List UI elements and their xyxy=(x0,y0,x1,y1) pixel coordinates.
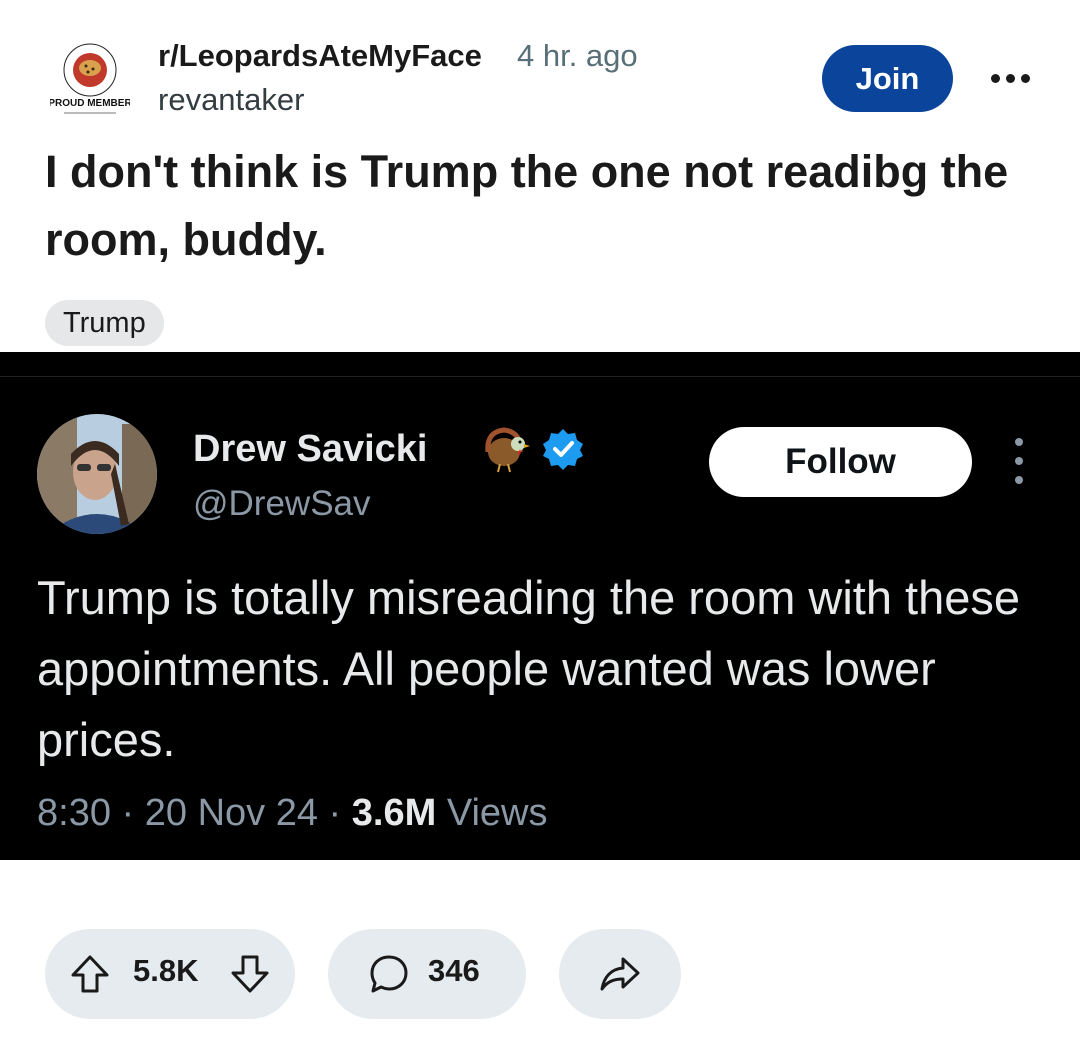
post-flair[interactable]: Trump xyxy=(45,300,164,346)
vote-score: 5.8K xyxy=(133,953,199,988)
tweet-text: Trump is totally misreading the room wit… xyxy=(37,571,1021,766)
post-title: I don't think is Trump the one not readi… xyxy=(45,146,1009,265)
tweet-meta: 8:30 · 20 Nov 24 · 3.6M Views xyxy=(37,792,548,834)
vote-bar: 5.8K xyxy=(45,929,295,1019)
subreddit-name[interactable]: r/LeopardsAteMyFace xyxy=(158,38,482,74)
tweet-time: 8:30 xyxy=(37,792,111,834)
share-icon xyxy=(597,951,643,997)
divider xyxy=(0,376,1080,377)
turkey-icon xyxy=(482,424,532,474)
more-options-button[interactable] xyxy=(985,60,1035,96)
tweet-follow-button: Follow xyxy=(709,427,972,497)
tweet-display-name: Drew Savicki xyxy=(193,428,428,470)
share-button[interactable] xyxy=(559,929,681,1019)
post-timestamp: 4 hr. ago xyxy=(517,38,638,73)
post-header: PROUD MEMBER r/LeopardsAteMyFace 4 hr. a… xyxy=(0,0,1080,140)
join-button[interactable]: Join xyxy=(822,45,953,112)
tweet-handle: @DrewSav xyxy=(193,484,371,523)
tweet-date: 20 Nov 24 xyxy=(144,792,318,834)
tweet-avatar xyxy=(37,414,157,534)
upvote-icon[interactable] xyxy=(67,951,113,997)
tweet-more-icon xyxy=(1007,438,1031,484)
more-dots-icon xyxy=(990,73,1000,83)
verified-badge-icon xyxy=(540,426,586,472)
post-author[interactable]: revantaker xyxy=(158,82,304,118)
tweet-views-label: Views xyxy=(446,792,548,834)
comments-button[interactable]: 346 xyxy=(328,929,526,1019)
downvote-icon[interactable] xyxy=(227,951,273,997)
subreddit-avatar[interactable]: PROUD MEMBER xyxy=(48,38,132,122)
comment-count: 346 xyxy=(428,953,480,988)
comment-icon xyxy=(366,951,412,997)
tweet-image[interactable]: Drew Savicki @DrewSav Follow Trump is to… xyxy=(0,352,1080,860)
avatar-badge: PROUD MEMBER xyxy=(50,98,130,109)
tweet-views-count: 3.6M xyxy=(351,792,437,834)
